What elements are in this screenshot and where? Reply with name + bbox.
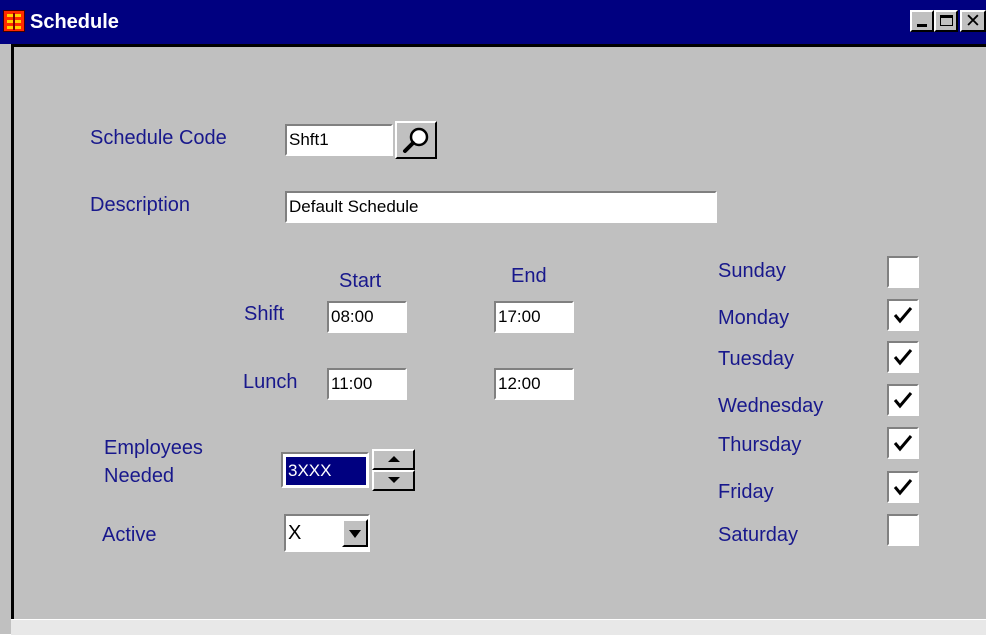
day-label-tuesday: Tuesday xyxy=(718,348,794,370)
checkmark-icon xyxy=(893,435,913,452)
active-select[interactable]: X xyxy=(284,514,370,552)
maximize-button[interactable] xyxy=(934,10,958,32)
day-label-saturday: Saturday xyxy=(718,524,799,546)
description-label: Description xyxy=(90,194,191,216)
description-input[interactable]: Default Schedule xyxy=(285,191,717,223)
employees-needed-input[interactable]: 3XXX xyxy=(281,452,369,488)
close-icon: ✕ xyxy=(965,10,981,32)
lunch-label: Lunch xyxy=(243,371,298,393)
magnifier-icon xyxy=(403,127,429,153)
day-checkbox-sunday[interactable] xyxy=(887,256,919,288)
arrow-up-icon xyxy=(388,456,400,462)
active-label: Active xyxy=(102,524,157,546)
day-label-wednesday: Wednesday xyxy=(718,395,824,417)
day-label-monday: Monday xyxy=(718,307,790,329)
employees-needed-increment-button[interactable] xyxy=(372,449,415,470)
day-checkbox-saturday[interactable] xyxy=(887,514,919,546)
day-checkbox-tuesday[interactable] xyxy=(887,341,919,373)
employees-needed-value: 3XXX xyxy=(286,457,366,485)
active-select-value: X xyxy=(288,522,302,544)
day-label-friday: Friday xyxy=(718,481,774,503)
day-label-sunday: Sunday xyxy=(718,260,786,282)
active-dropdown-button[interactable] xyxy=(342,519,368,547)
minimize-icon xyxy=(917,24,927,27)
day-checkbox-wednesday[interactable] xyxy=(887,384,919,416)
arrow-down-icon xyxy=(388,477,400,483)
chevron-down-icon xyxy=(349,530,361,538)
checkmark-icon xyxy=(893,479,913,496)
window-title: Schedule xyxy=(30,11,119,33)
day-label-thursday: Thursday xyxy=(718,434,802,456)
start-column-header: Start xyxy=(339,270,382,292)
lunch-end-input[interactable]: 12:00 xyxy=(494,368,574,400)
employees-needed-decrement-button[interactable] xyxy=(372,470,415,491)
day-checkbox-monday[interactable] xyxy=(887,299,919,331)
shift-end-input[interactable]: 17:00 xyxy=(494,301,574,333)
day-checkbox-thursday[interactable] xyxy=(887,427,919,459)
schedule-code-input[interactable]: Shft1 xyxy=(285,124,393,156)
schedule-code-lookup-button[interactable] xyxy=(395,121,437,159)
checkmark-icon xyxy=(893,349,913,366)
employees-needed-label-line2: Needed xyxy=(104,465,175,487)
close-button[interactable]: ✕ xyxy=(960,10,986,32)
minimize-button[interactable] xyxy=(910,10,934,32)
lunch-start-input[interactable]: 11:00 xyxy=(327,368,407,400)
schedule-window: Schedule ✕ Schedule Code Shft1 Descripti… xyxy=(0,0,986,635)
day-checkbox-friday[interactable] xyxy=(887,471,919,503)
checkmark-icon xyxy=(893,307,913,324)
title-bar[interactable]: Schedule ✕ xyxy=(0,0,986,44)
schedule-code-label: Schedule Code xyxy=(90,127,227,149)
shift-label: Shift xyxy=(244,303,285,325)
checkmark-icon xyxy=(893,392,913,409)
status-strip xyxy=(11,619,986,635)
app-icon[interactable] xyxy=(3,10,25,32)
shift-start-input[interactable]: 08:00 xyxy=(327,301,407,333)
employees-needed-label-line1: Employees xyxy=(104,437,203,459)
end-column-header: End xyxy=(511,265,547,287)
maximize-icon xyxy=(940,15,953,26)
